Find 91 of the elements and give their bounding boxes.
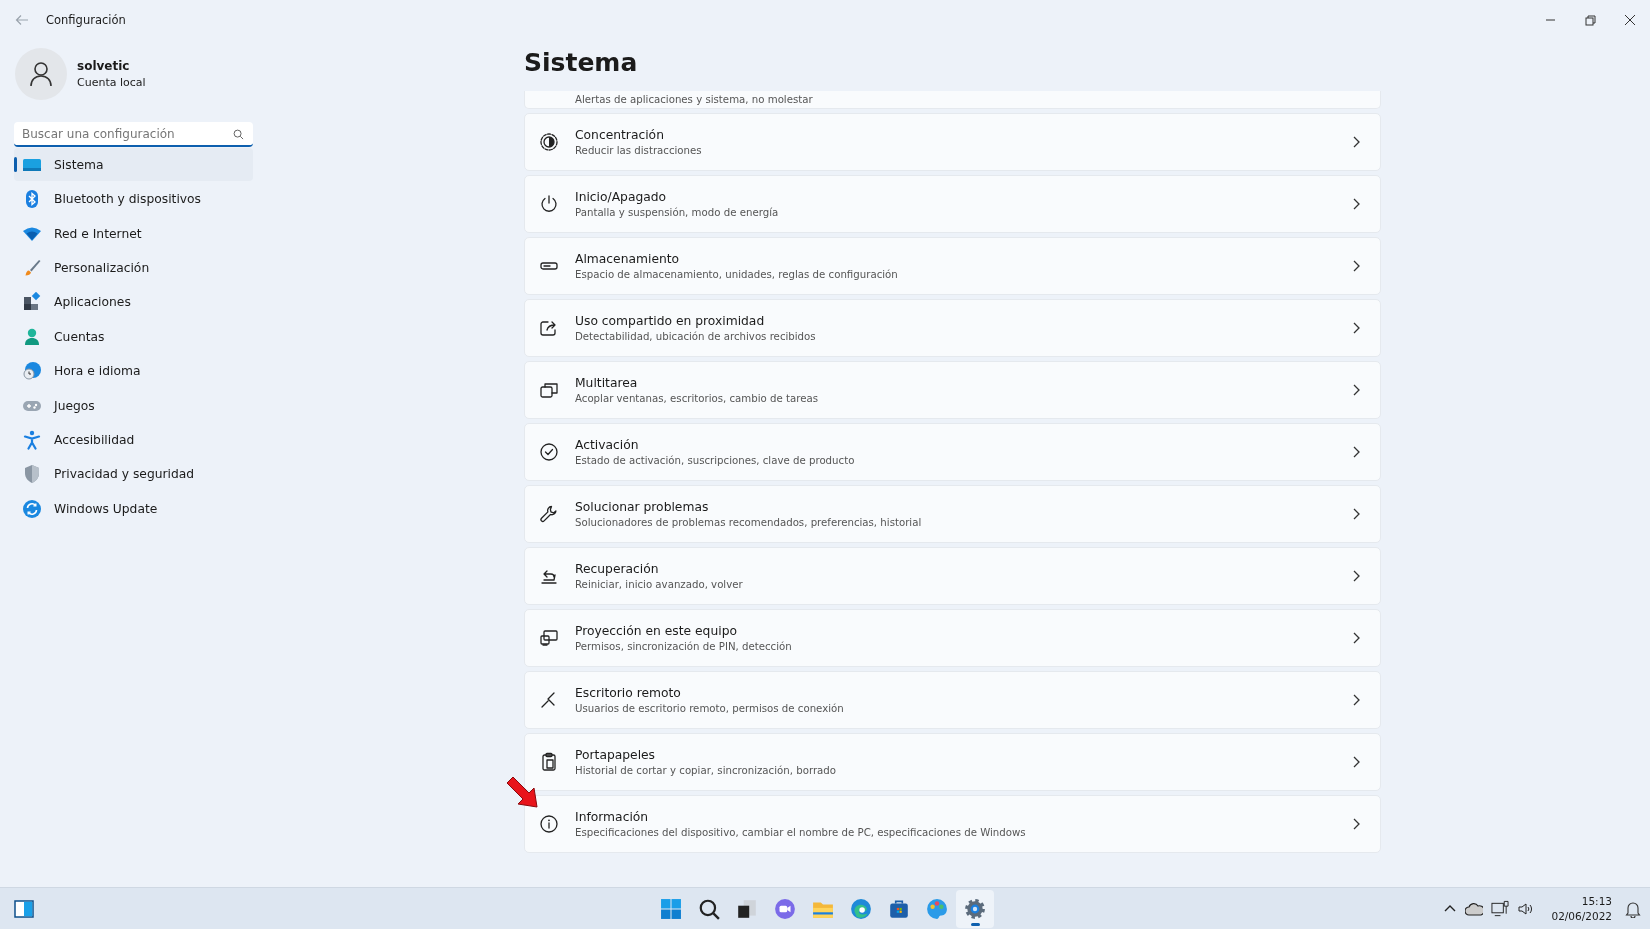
nav-item[interactable]: Sistema: [14, 148, 253, 182]
projection-icon: [539, 628, 559, 648]
card-subtitle: Pantalla y suspensión, modo de energía: [575, 207, 780, 218]
card-title: Uso compartido en proximidad: [575, 314, 766, 328]
search-field[interactable]: Buscar una configuración: [14, 122, 253, 147]
clipboard-icon: [539, 752, 559, 772]
power-icon: [539, 194, 559, 214]
settings-card[interactable]: Almacenamiento Espacio de almacenamiento, unidades, reglas de configuración: [524, 237, 1381, 295]
card-title: Información: [575, 810, 650, 824]
nav-item[interactable]: Hora e idioma: [14, 354, 253, 388]
settings-card[interactable]: Proyección en este equipo Permisos, sincronización de PIN, detección: [524, 609, 1381, 667]
card-title: Proyección en este equipo: [575, 624, 738, 638]
shield-icon: [22, 464, 42, 485]
nav-item[interactable]: Personalización: [14, 251, 253, 285]
nav-item[interactable]: Bluetooth y dispositivos: [14, 182, 253, 216]
share-icon: [539, 318, 559, 338]
card-subtitle: Reducir las distracciones: [575, 145, 703, 156]
card-subtitle: Detectabilidad, ubicación de archivos recibidos: [575, 331, 817, 342]
settings-card[interactable]: Solucionar problemas Solucionadores de problemas recomendados, preferencias, historial: [524, 485, 1381, 543]
browser-icon: [850, 897, 872, 920]
settings-card[interactable]: Uso compartido en proximidad Detectabilidad, ubicación de archivos recibidos: [524, 299, 1381, 357]
card-subtitle: Especificaciones del dispositivo, cambiar el nombre de PC, especificaciones de Windows: [575, 827, 1027, 838]
search-icon: [698, 897, 720, 920]
card-subtitle: Estado de activación, suscripciones, clave de producto: [575, 455, 856, 466]
accessibility-icon: [22, 430, 42, 450]
settings-card[interactable]: Multitarea Acoplar ventanas, escritorios, cambio de tareas: [524, 361, 1381, 419]
cloud-icon: [1465, 900, 1484, 917]
card-title: Inicio/Apagado: [575, 190, 668, 204]
restore-icon: [1584, 14, 1596, 26]
selection-indicator: [14, 157, 17, 173]
card-subtitle: Usuarios de escritorio remoto, permisos de conexión: [575, 703, 845, 714]
account-type: Cuenta local: [77, 76, 146, 89]
nav-item[interactable]: Juegos: [14, 389, 253, 423]
settings-card[interactable]: Información Especificaciones del dispositivo, cambiar el nombre de PC, especificaciones de Windows: [524, 795, 1381, 853]
nav-item[interactable]: Accesibilidad: [14, 423, 253, 457]
settings-card[interactable]: Alertas de aplicaciones y sistema, no molestar: [524, 91, 1381, 109]
palette-icon: [926, 897, 948, 920]
clock-globe-icon: [22, 361, 42, 382]
apps-icon: [22, 292, 42, 313]
back-arrow-icon: [14, 12, 30, 28]
settings-card[interactable]: Portapapeles Historial de cortar y copiar, sincronización, borrado: [524, 733, 1381, 791]
card-subtitle: Reiniciar, inicio avanzado, volver: [575, 579, 744, 590]
card-subtitle: Alertas de aplicaciones y sistema, no molestar: [575, 94, 813, 105]
nav-item[interactable]: Red e Internet: [14, 217, 253, 251]
card-title: Solucionar problemas: [575, 500, 710, 514]
card-title: Concentración: [575, 128, 665, 142]
clock[interactable]: 15:13 02/06/2022: [1551, 895, 1612, 922]
wrench-icon: [539, 504, 559, 524]
nav-item[interactable]: Cuentas: [14, 320, 253, 354]
settings-card[interactable]: Concentración Reducir las distracciones: [524, 113, 1381, 171]
windows-logo-icon: [660, 897, 682, 920]
card-subtitle: Permisos, sincronización de PIN, detección: [575, 641, 793, 652]
gear-icon: [964, 897, 986, 920]
search-icon: [233, 129, 244, 140]
settings-card[interactable]: Recuperación Reiniciar, inicio avanzado, volver: [524, 547, 1381, 605]
person-silhouette-icon: [28, 60, 54, 88]
nav-item[interactable]: Privacidad y seguridad: [14, 457, 253, 491]
chat-icon: [774, 897, 796, 920]
card-subtitle: Solucionadores de problemas recomendados, preferencias, historial: [575, 517, 923, 528]
notification-icon: [1624, 899, 1642, 918]
focus-icon: [539, 132, 559, 152]
running-indicator: [971, 922, 980, 926]
settings-card[interactable]: Inicio/Apagado Pantalla y suspensión, modo de energía: [524, 175, 1381, 233]
person-icon: [22, 326, 42, 347]
window-title: Configuración: [46, 13, 126, 27]
store-icon: [888, 897, 910, 920]
card-title: Recuperación: [575, 562, 660, 576]
user-name: solvetic: [77, 59, 131, 73]
card-title: Multitarea: [575, 376, 639, 390]
info-icon: [539, 814, 559, 834]
nav-item[interactable]: Aplicaciones: [14, 285, 253, 319]
nav-item[interactable]: Windows Update: [14, 492, 253, 526]
card-subtitle: Historial de cortar y copiar, sincronización, borrado: [575, 765, 838, 776]
card-subtitle: Espacio de almacenamiento, unidades, reglas de configuración: [575, 269, 899, 280]
card-subtitle: Acoplar ventanas, escritorios, cambio de tareas: [575, 393, 820, 404]
settings-card[interactable]: Activación Estado de activación, suscripciones, clave de producto: [524, 423, 1381, 481]
card-title: Activación: [575, 438, 640, 452]
card-title: Portapapeles: [575, 748, 656, 762]
brush-icon: [22, 258, 42, 279]
windows-stack-icon: [539, 380, 559, 400]
page-title: Sistema: [524, 48, 639, 79]
card-title: Escritorio remoto: [575, 686, 682, 700]
card-title: Almacenamiento: [575, 252, 681, 266]
sync-icon: [22, 498, 42, 519]
task-view-icon: [736, 897, 758, 920]
monitor-network-icon: [1491, 899, 1510, 918]
settings-card[interactable]: Escritorio remoto Usuarios de escritorio remoto, permisos de conexión: [524, 671, 1381, 729]
check-circle-icon: [539, 442, 559, 462]
panels-icon: [14, 899, 34, 918]
close-icon: [1624, 14, 1636, 26]
avatar[interactable]: [15, 48, 67, 100]
